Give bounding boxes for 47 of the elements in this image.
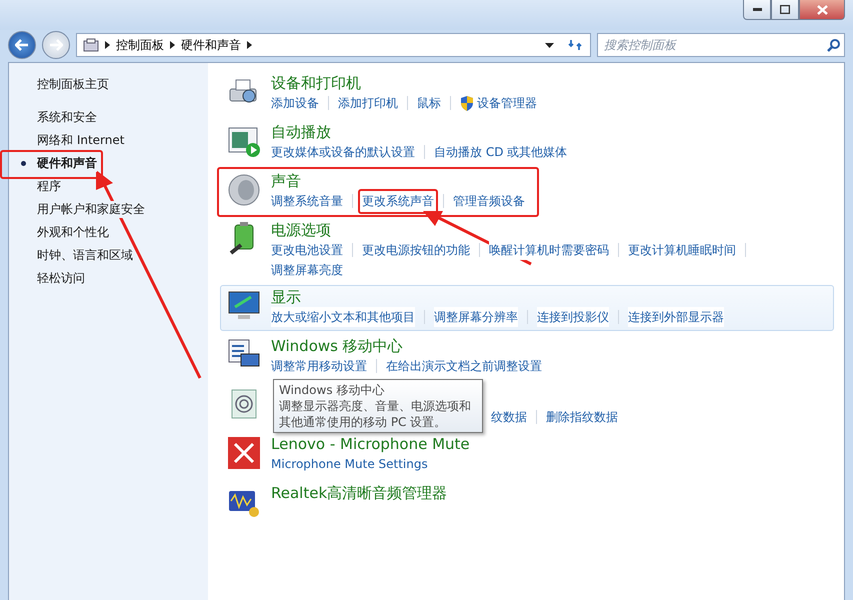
close-icon	[816, 4, 828, 14]
bullet-icon	[21, 161, 26, 166]
minimize-button[interactable]	[743, 0, 771, 20]
refresh-icon	[568, 38, 584, 52]
maximize-button[interactable]	[771, 0, 799, 20]
chevron-icon	[170, 41, 175, 49]
category-link[interactable]: 连接到投影仪	[537, 307, 609, 327]
tooltip-title: Windows 移动中心	[279, 382, 386, 398]
shield-icon	[460, 96, 474, 110]
forward-arrow-icon	[49, 39, 63, 51]
chevron-icon	[247, 41, 252, 49]
tooltip-text: 调整显示器亮度、音量、电源选项和其他通常使用的移动 PC 设置。	[279, 398, 472, 430]
speaker-icon	[227, 173, 261, 207]
category-link[interactable]: 唤醒计算机时需要密码	[489, 240, 609, 260]
category-link[interactable]: 放大或缩小文本和其他项目	[271, 307, 415, 327]
sidebar-link[interactable]: 硬件和声音	[37, 155, 97, 172]
control-panel-icon	[83, 38, 99, 52]
breadcrumb[interactable]: 控制面板	[116, 36, 164, 54]
category-title[interactable]: 声音	[271, 171, 301, 191]
close-button[interactable]	[799, 0, 845, 20]
forward-button[interactable]	[42, 31, 70, 59]
address-bar[interactable]: 控制面板 硬件和声音	[76, 33, 591, 57]
category-title[interactable]: 电源选项	[271, 220, 331, 240]
back-button[interactable]	[8, 31, 36, 59]
microphone-mute-icon	[227, 436, 261, 470]
sidebar-link[interactable]: 外观和个性化	[37, 224, 109, 241]
category-title[interactable]: Lenovo - Microphone Mute	[271, 434, 470, 454]
category-title[interactable]: 设备和打印机	[271, 73, 361, 93]
search-icon	[827, 38, 840, 52]
category-link[interactable]: 调整屏幕分辨率	[434, 307, 518, 327]
search-box[interactable]: 搜索控制面板	[597, 33, 845, 57]
category-link[interactable]: 连接到外部显示器	[628, 307, 724, 327]
back-arrow-icon	[15, 39, 29, 51]
sidebar-link[interactable]: 用户帐户和家庭安全	[37, 201, 145, 218]
category-title[interactable]: Realtek高清晰音频管理器	[271, 483, 448, 503]
sidebar-link[interactable]: 系统和安全	[37, 109, 97, 126]
minimize-icon	[752, 8, 762, 11]
sidebar-link[interactable]: 轻松访问	[37, 270, 85, 287]
category-title[interactable]: 自动播放	[271, 122, 331, 142]
breadcrumb[interactable]: 硬件和声音	[181, 36, 241, 54]
chevron-icon	[105, 41, 110, 49]
category-link[interactable]: 设备管理器	[460, 93, 537, 113]
dropdown-icon	[545, 42, 554, 48]
category-title[interactable]: Windows 移动中心	[271, 336, 403, 356]
maximize-icon	[780, 5, 790, 14]
category-title[interactable]: 显示	[271, 287, 301, 307]
search-field[interactable]: 搜索控制面板	[602, 37, 827, 53]
